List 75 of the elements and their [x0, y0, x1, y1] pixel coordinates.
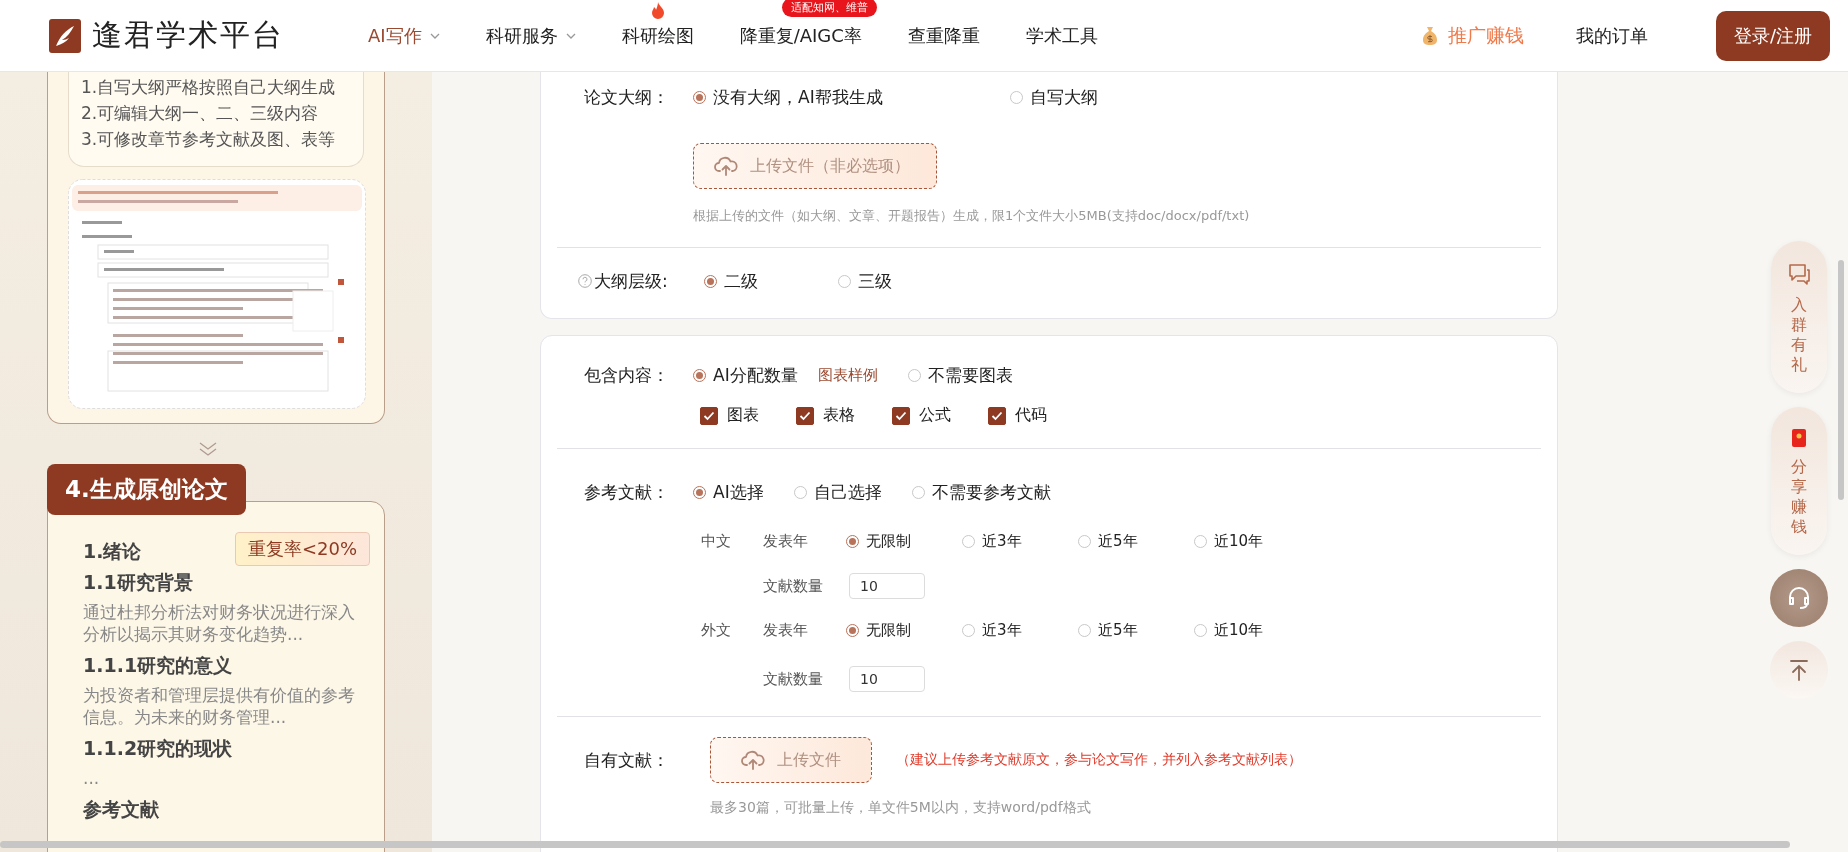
radio-option[interactable]: 没有大纲，AI帮我生成 [693, 86, 883, 109]
outline-heading: 1.绪论 [83, 539, 142, 564]
radio-option[interactable]: 无限制 [846, 532, 962, 551]
group-gift-button[interactable]: 入群有礼 [1771, 241, 1827, 393]
field-label: 论文大纲： [584, 86, 670, 109]
field-label: 文献数量 [763, 576, 824, 596]
field-label: 包含内容： [584, 364, 670, 387]
feature-text: 2.可编辑大纲一、二、三级内容 [81, 102, 320, 125]
nav-tab[interactable]: 学术工具 [1025, 23, 1098, 48]
radio-option[interactable]: AI选择 [693, 481, 764, 504]
nav-tab[interactable]: 查重降重 [907, 23, 980, 48]
radio-option[interactable]: 近3年 [962, 621, 1078, 640]
outline-summary: 为投资者和管理层提供有价值的参考信息。为未来的财务管理... [83, 684, 356, 728]
radio-option[interactable]: 二级 [704, 269, 758, 293]
customer-service-button[interactable] [1770, 569, 1828, 627]
field-label: 文献数量 [763, 669, 824, 689]
outline-summary: ... [83, 767, 101, 789]
cloud-upload-icon [714, 155, 738, 177]
scrollbar[interactable] [1838, 260, 1844, 500]
cloud-upload-icon [741, 749, 765, 771]
nav-tab[interactable]: 科研服务 [485, 23, 576, 48]
chart-sample-link[interactable]: 图表样例 [817, 366, 878, 385]
logo-text: 逢君学术平台 [92, 16, 284, 54]
count-field[interactable]: 10 [849, 666, 925, 692]
rate-badge: 重复率<20% [234, 532, 370, 566]
login-button[interactable]: 登录/注册 [1715, 10, 1830, 61]
field-label: 大纲层级: [578, 269, 704, 293]
language-label: 中文 [701, 532, 732, 551]
field-label: 发表年 [763, 621, 809, 640]
nav-tab[interactable]: 科研绘图 [621, 23, 694, 48]
logo-icon [48, 17, 82, 54]
checkbox[interactable]: 表格 [796, 405, 855, 426]
feature-text: 1.自写大纲严格按照自己大纲生成 [81, 76, 337, 99]
envelope-icon [1792, 429, 1806, 447]
radio-option[interactable]: 自写大纲 [1010, 86, 1098, 109]
share-earn-button[interactable]: 分享赚钱 [1771, 407, 1827, 555]
checkbox[interactable]: 代码 [988, 405, 1047, 426]
checkbox[interactable]: 图表 [700, 405, 759, 426]
count-field[interactable]: 10 [849, 573, 925, 599]
hint-text: 最多30篇，可批量上传，单文件5M以内，支持word/pdf格式 [710, 799, 1091, 817]
radio-option[interactable]: AI分配数量 [693, 364, 798, 387]
nav-tab[interactable]: 降重复/AIGC率 [739, 23, 862, 48]
outline-heading: 1.1研究背景 [83, 570, 193, 595]
radio-option[interactable]: 近3年 [962, 532, 1078, 551]
scrollbar[interactable] [0, 841, 1790, 848]
radio-option[interactable]: 三级 [838, 269, 892, 293]
radio-option[interactable]: 自己选择 [793, 481, 882, 504]
nav-tab[interactable]: AI写作 [368, 23, 440, 48]
orders-link[interactable]: 我的订单 [1575, 23, 1648, 48]
double-chevron-icon [199, 442, 217, 456]
help-icon [578, 274, 592, 288]
radio-option[interactable]: 无限制 [846, 621, 962, 640]
hint-text: 根据上传的文件（如大纲、文章、开题报告）生成，限1个文件大小5MB(支持doc/docx/pdf/txt) [693, 207, 1250, 225]
radio-option[interactable]: 近10年 [1194, 532, 1310, 551]
upload-note: （建议上传参考文献原文，参与论文写作，并列入参考文献列表） [896, 751, 1302, 769]
field-label: 参考文献： [584, 481, 670, 504]
radio-option[interactable]: 近5年 [1078, 621, 1194, 640]
chat-icon [1787, 263, 1811, 285]
field-label: 发表年 [763, 532, 809, 551]
checkbox[interactable]: 公式 [892, 405, 951, 426]
radio-option[interactable]: 不需要图表 [907, 364, 1013, 387]
radio-option[interactable]: 近5年 [1078, 532, 1194, 551]
feature-text: 3.可修改章节参考文献及图、表等 [81, 128, 337, 151]
money-bag-icon [1421, 25, 1438, 46]
field-label: 自有文献： [584, 748, 670, 772]
outline-heading: 1.1.2研究的现状 [83, 736, 233, 761]
arrow-up-icon [1788, 659, 1810, 681]
nav-badge: 适配知网、维普 [781, 0, 877, 17]
radio-option[interactable]: 不需要参考文献 [911, 481, 1051, 504]
step-title: 4.生成原创论文 [47, 464, 246, 515]
outline-summary: 通过杜邦分析法对财务状况进行深入分析以揭示其财务变化趋势... [83, 601, 356, 645]
radio-option[interactable]: 近10年 [1194, 621, 1310, 640]
outline-heading: 1.1.1研究的意义 [83, 653, 233, 678]
outline-heading: 参考文献 [83, 797, 159, 822]
language-label: 外文 [701, 621, 732, 640]
